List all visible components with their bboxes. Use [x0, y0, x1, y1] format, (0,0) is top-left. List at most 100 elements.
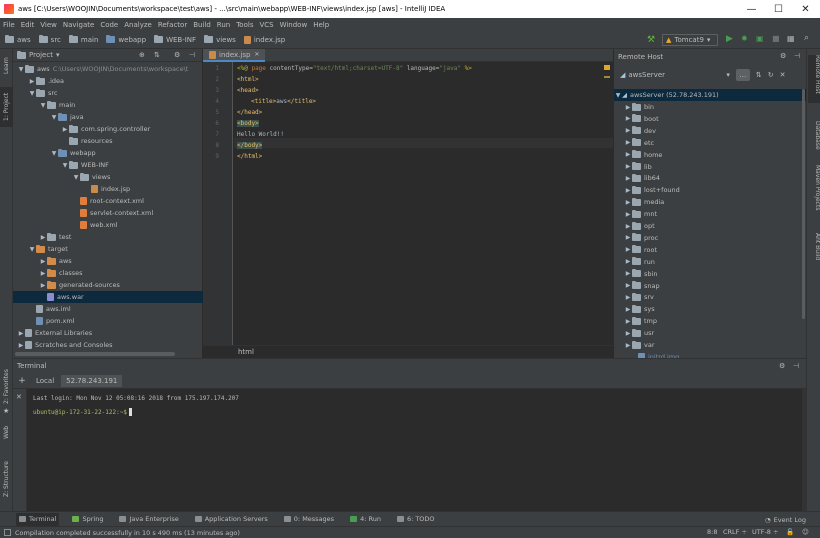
remote-dir-item[interactable]: ▶ mnt — [614, 208, 657, 220]
chevron-right-icon[interactable]: ▶ — [624, 127, 632, 134]
chevron-right-icon[interactable]: ▶ — [39, 258, 47, 265]
tab-maven-projects[interactable]: Maven Projects — [808, 165, 820, 221]
tab-ant-build[interactable]: Ant Build — [808, 233, 820, 269]
build-hammer-icon[interactable]: ⚒ — [647, 35, 655, 45]
terminal-tab-local[interactable]: Local — [31, 375, 59, 387]
project-tree-item[interactable]: resources — [13, 135, 113, 147]
breadcrumb-web-inf[interactable]: WEB-INF — [154, 35, 196, 44]
menu-build[interactable]: Build — [193, 21, 211, 29]
remote-dir-item[interactable]: ▶ boot — [614, 113, 659, 125]
encoding-select[interactable]: UTF-8 ÷ — [752, 528, 778, 536]
remote-dir-item[interactable]: ▶ snap — [614, 280, 660, 292]
chevron-right-icon[interactable]: ▶ — [624, 270, 632, 277]
vertical-scrollbar[interactable] — [802, 389, 806, 511]
chevron-down-icon[interactable]: ▼ — [50, 114, 58, 121]
server-select[interactable]: awsServer — [628, 71, 718, 79]
chevron-right-icon[interactable]: ▶ — [624, 294, 632, 301]
chevron-down-icon[interactable]: ▾ — [726, 71, 730, 79]
tab-web[interactable]: Web — [0, 421, 13, 443]
search-icon[interactable]: ⌕ — [804, 33, 809, 43]
tab-favorites[interactable]: 2: Favorites — [0, 367, 13, 407]
chevron-down-icon[interactable]: ▼ — [50, 150, 58, 157]
chevron-right-icon[interactable]: ▶ — [624, 306, 632, 313]
refresh-icon[interactable]: ↻ — [768, 71, 774, 79]
project-tree-item[interactable]: ▼ src — [13, 87, 58, 99]
chevron-right-icon[interactable]: ▶ — [624, 330, 632, 337]
menu-run[interactable]: Run — [217, 21, 230, 29]
chevron-down-icon[interactable]: ▼ — [28, 246, 36, 253]
lock-icon[interactable]: 🔓 — [786, 528, 794, 536]
remote-dir-item[interactable]: ▶ run — [614, 256, 655, 268]
project-tree-item[interactable]: ▼ main — [13, 99, 75, 111]
hide-icon[interactable]: ⊣ — [189, 51, 195, 59]
remote-dir-item[interactable]: ▶ media — [614, 196, 664, 208]
close-icon[interactable]: ✕ — [16, 393, 22, 401]
remote-dir-item[interactable]: ▶ var — [614, 339, 655, 351]
menu-code[interactable]: Code — [100, 21, 118, 29]
chevron-right-icon[interactable]: ▶ — [624, 211, 632, 218]
chevron-right-icon[interactable]: ▶ — [624, 234, 632, 241]
project-tree-item[interactable]: index.jsp — [13, 183, 130, 195]
line-separator-select[interactable]: CRLF ÷ — [723, 528, 747, 536]
project-tree-item[interactable]: ▶ classes — [13, 267, 83, 279]
chevron-down-icon[interactable]: ▼ — [72, 174, 80, 181]
sync-icon[interactable]: ⇅ — [756, 71, 762, 79]
inspector-icon[interactable]: ☺ — [802, 528, 809, 536]
chevron-down-icon[interactable]: ▾ — [56, 51, 60, 59]
chevron-right-icon[interactable]: ▶ — [39, 234, 47, 241]
remote-dir-item[interactable]: ▶ usr — [614, 327, 654, 339]
gear-icon[interactable]: ⚙ — [174, 51, 180, 59]
horizontal-scrollbar[interactable] — [15, 352, 175, 356]
project-tree-item[interactable]: ▶ External Libraries — [13, 327, 92, 339]
chevron-down-icon[interactable]: ▼ — [17, 66, 25, 73]
chevron-down-icon[interactable]: ▼ — [61, 162, 69, 169]
close-icon[interactable]: ✕ — [780, 71, 786, 79]
code-editor[interactable]: 1 2 3 4 5 6 7 8 9 <%@ page contentType="… — [203, 62, 613, 358]
tool-windows-icon[interactable] — [4, 529, 11, 536]
remote-dir-item[interactable]: ▶ sbin — [614, 268, 657, 280]
bottom-tab-java-enterprise[interactable]: Java Enterprise — [116, 513, 181, 526]
project-tree-item[interactable]: ▼ WEB-INF — [13, 159, 109, 171]
breadcrumb-aws[interactable]: aws — [5, 35, 31, 44]
debug-icon[interactable]: ✹ — [741, 34, 748, 43]
hide-icon[interactable]: ⊣ — [793, 362, 799, 370]
menu-navigate[interactable]: Navigate — [63, 21, 94, 29]
locate-icon[interactable]: ⊕ — [139, 51, 145, 59]
remote-dir-item[interactable]: ▶ etc — [614, 137, 654, 149]
gear-icon[interactable]: ⚙ — [779, 362, 785, 370]
chevron-right-icon[interactable]: ▶ — [624, 115, 632, 122]
collapse-icon[interactable]: ⇅ — [154, 51, 160, 59]
breadcrumb-views[interactable]: views — [204, 35, 236, 44]
tab-learn[interactable]: Learn — [0, 51, 13, 81]
chevron-right-icon[interactable]: ▶ — [624, 342, 632, 349]
chevron-right-icon[interactable]: ▶ — [39, 270, 47, 277]
error-stripe-mark[interactable] — [604, 76, 610, 78]
project-tree-item[interactable]: aws.iml — [13, 303, 71, 315]
tab-index-jsp[interactable]: index.jsp ✕ — [203, 49, 266, 62]
bottom-tab-application-servers[interactable]: Application Servers — [192, 513, 271, 526]
remote-dir-item[interactable]: ▶ bin — [614, 101, 654, 113]
tab-database[interactable]: Database — [808, 121, 820, 157]
chevron-right-icon[interactable]: ▶ — [624, 151, 632, 158]
breadcrumb-webapp[interactable]: webapp — [106, 35, 146, 44]
chevron-right-icon[interactable]: ▶ — [17, 330, 25, 337]
minimize-button[interactable]: — — [738, 0, 765, 18]
project-tree-item[interactable]: ▶ aws — [13, 255, 72, 267]
add-terminal-icon[interactable]: + — [13, 376, 31, 386]
menu-tools[interactable]: Tools — [236, 21, 253, 29]
chevron-right-icon[interactable]: ▶ — [39, 282, 47, 289]
project-tree-item[interactable]: ▼ target — [13, 243, 68, 255]
bottom-tab-messages[interactable]: 0: Messages — [281, 513, 337, 526]
chevron-right-icon[interactable]: ▶ — [28, 78, 36, 85]
chevron-right-icon[interactable]: ▶ — [624, 104, 632, 111]
chevron-down-icon[interactable]: ▼ — [28, 90, 36, 97]
remote-dir-item[interactable]: ▶ dev — [614, 125, 656, 137]
project-tree-item[interactable]: ▼ webapp — [13, 147, 96, 159]
event-log-button[interactable]: ◔ Event Log — [762, 513, 809, 526]
breadcrumb-main[interactable]: main — [68, 35, 98, 44]
chevron-right-icon[interactable]: ▶ — [17, 342, 25, 349]
project-structure-icon[interactable]: ▦ — [787, 34, 795, 43]
menu-view[interactable]: View — [40, 21, 57, 29]
tab-project[interactable]: 1: Project — [0, 87, 13, 127]
project-tree-item[interactable]: pom.xml — [13, 315, 75, 327]
